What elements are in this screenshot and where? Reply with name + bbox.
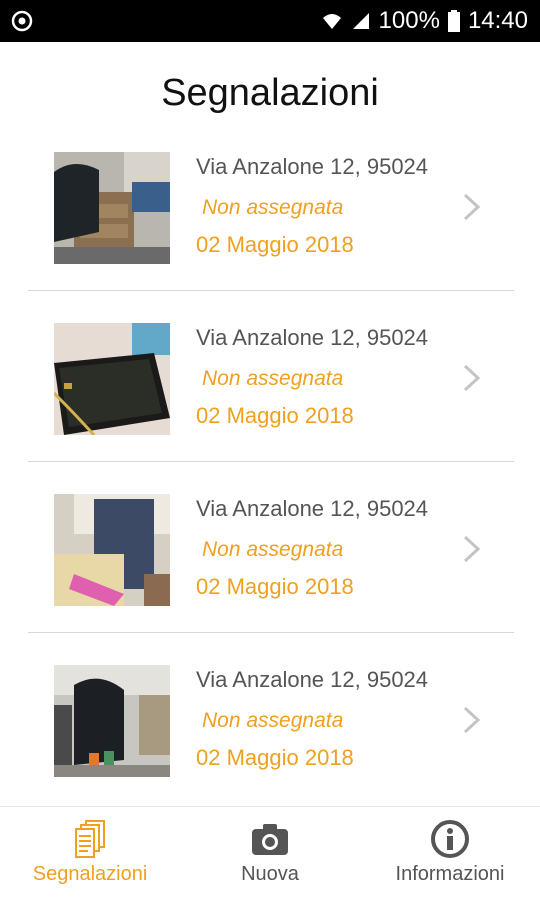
chevron-right-icon bbox=[458, 363, 486, 393]
report-photo bbox=[54, 152, 170, 264]
report-item[interactable]: Via Anzalone 12, 95024 Non assegnata 02 … bbox=[0, 120, 540, 291]
report-photo bbox=[54, 494, 170, 606]
tab-label: Nuova bbox=[241, 863, 299, 885]
bottom-tab-bar: Segnalazioni Nuova Informazioni bbox=[0, 806, 540, 901]
tab-label: Segnalazioni bbox=[32, 863, 148, 885]
tab-nuova[interactable]: Nuova bbox=[190, 807, 350, 901]
signal-icon bbox=[351, 11, 371, 31]
chevron-right-icon bbox=[458, 705, 486, 735]
report-date: 02 Maggio 2018 bbox=[196, 574, 354, 599]
camera-icon bbox=[250, 819, 290, 859]
report-date: 02 Maggio 2018 bbox=[196, 745, 354, 770]
sync-icon bbox=[10, 9, 34, 33]
chevron-right-icon bbox=[458, 534, 486, 564]
report-status: Non assegnata bbox=[202, 709, 344, 732]
battery-percentage: 100% bbox=[378, 7, 440, 34]
report-photo bbox=[54, 323, 170, 435]
report-item[interactable]: Via Anzalone 12, 95024 Non assegnata 02 … bbox=[0, 633, 540, 803]
report-status: Non assegnata bbox=[202, 196, 344, 219]
report-date: 02 Maggio 2018 bbox=[196, 403, 354, 428]
info-icon bbox=[430, 819, 470, 859]
chevron-right-icon bbox=[458, 192, 486, 222]
tab-label: Informazioni bbox=[395, 863, 505, 885]
report-address: Via Anzalone 12, 95024 bbox=[196, 154, 429, 179]
documents-icon bbox=[70, 819, 110, 859]
report-address: Via Anzalone 12, 95024 bbox=[196, 496, 429, 521]
status-bar: 100% 14:40 bbox=[0, 0, 540, 42]
report-status: Non assegnata bbox=[202, 538, 344, 561]
report-status: Non assegnata bbox=[202, 367, 344, 390]
wifi-icon bbox=[321, 11, 343, 31]
report-item[interactable]: Via Anzalone 12, 95024 Non assegnata 02 … bbox=[0, 291, 540, 462]
report-item[interactable]: Via Anzalone 12, 95024 Non assegnata 02 … bbox=[0, 462, 540, 633]
page-title: Segnalazioni bbox=[161, 72, 379, 114]
report-date: 02 Maggio 2018 bbox=[196, 232, 354, 257]
report-address: Via Anzalone 12, 95024 bbox=[196, 667, 429, 692]
tab-informazioni[interactable]: Informazioni bbox=[370, 807, 530, 901]
clock: 14:40 bbox=[467, 7, 528, 34]
tab-segnalazioni[interactable]: Segnalazioni bbox=[10, 807, 170, 901]
report-photo bbox=[54, 665, 170, 777]
report-address: Via Anzalone 12, 95024 bbox=[196, 325, 429, 350]
battery-icon bbox=[447, 10, 460, 32]
